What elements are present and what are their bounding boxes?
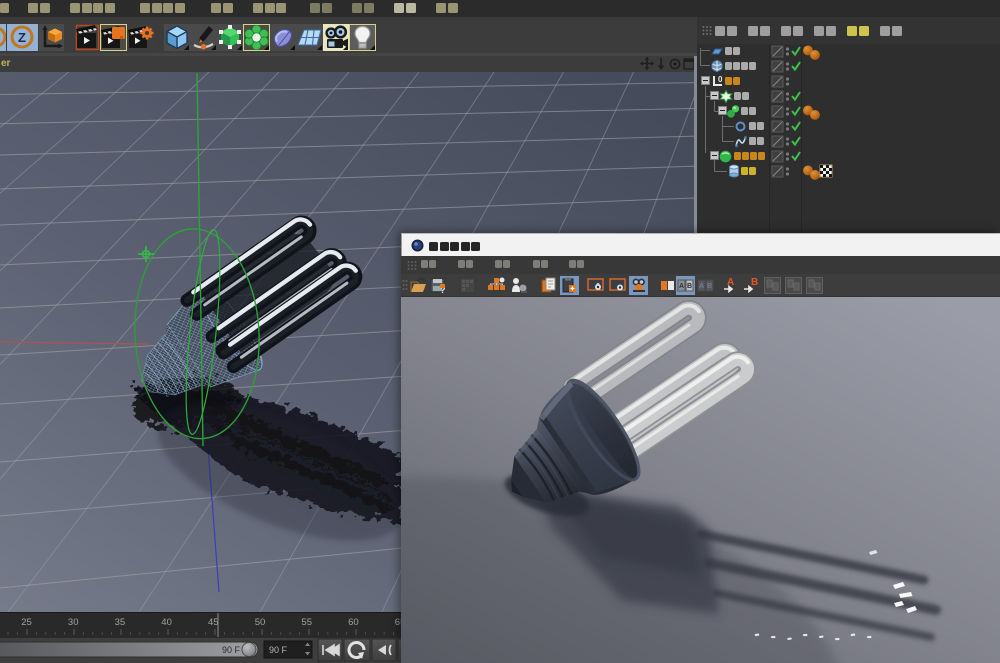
svg-text:90 F: 90 F [222, 645, 241, 655]
svg-text:90 F: 90 F [269, 645, 288, 655]
svg-text:45: 45 [208, 617, 219, 628]
svg-text:55: 55 [301, 617, 312, 628]
svg-text:40: 40 [161, 617, 172, 628]
svg-text:Z: Z [18, 30, 26, 45]
svg-text:B: B [751, 277, 758, 288]
svg-text:A: A [679, 283, 684, 290]
svg-text:35: 35 [115, 617, 126, 628]
svg-text:60: 60 [348, 617, 359, 628]
svg-text:A: A [699, 283, 704, 290]
svg-text:0: 0 [718, 75, 723, 84]
svg-text:B: B [707, 283, 712, 290]
svg-text:25: 25 [21, 617, 32, 628]
svg-text:50: 50 [255, 617, 266, 628]
svg-text:A: A [727, 277, 734, 288]
svg-text:B: B [687, 283, 692, 290]
svg-text:30: 30 [68, 617, 79, 628]
